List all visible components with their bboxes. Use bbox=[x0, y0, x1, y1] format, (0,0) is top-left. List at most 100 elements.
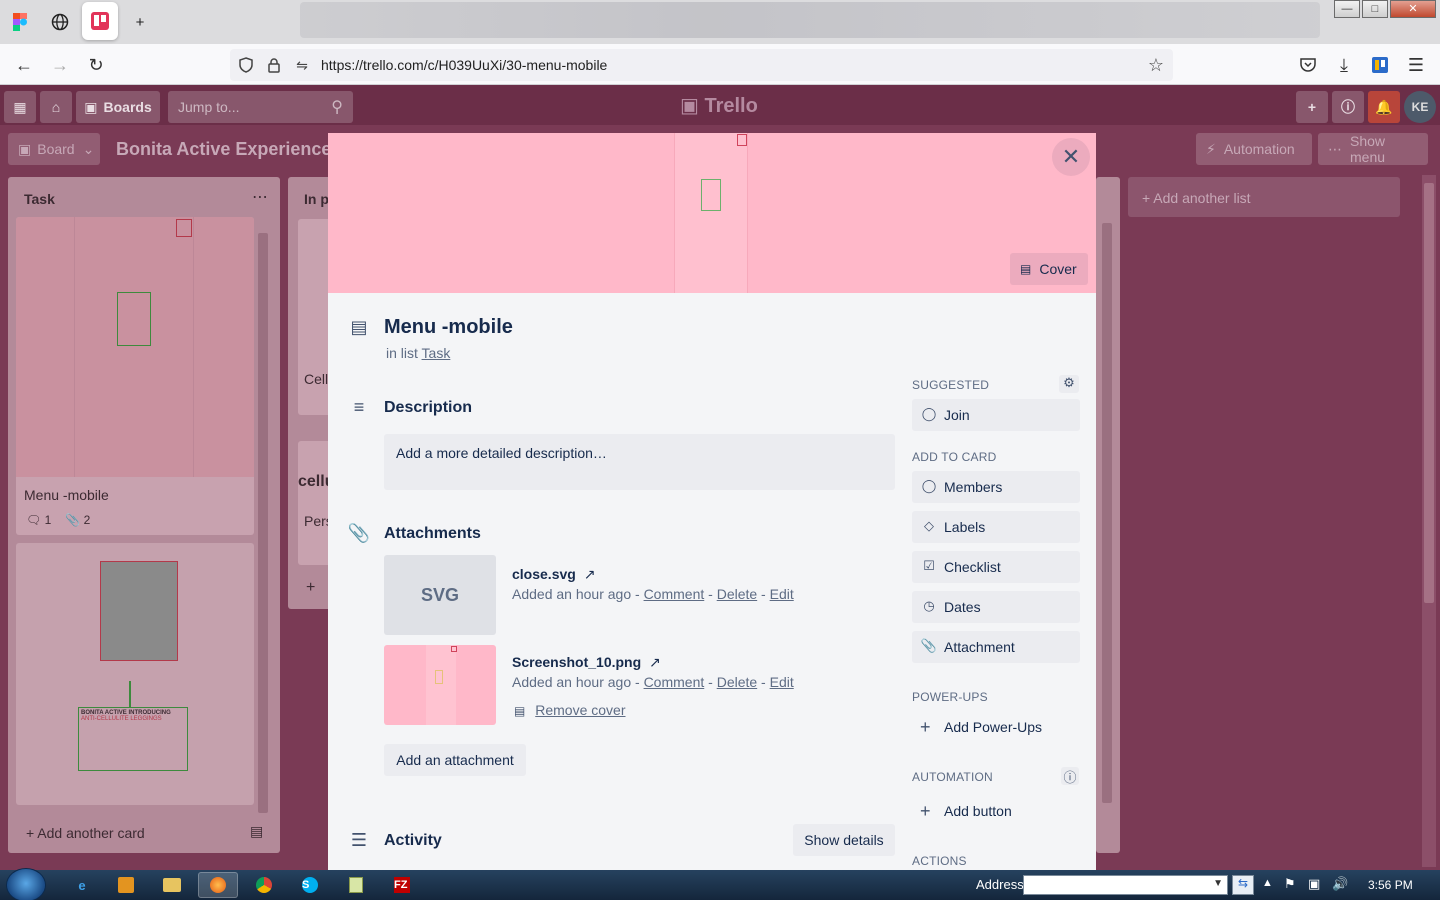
reload-icon[interactable]: ↻ bbox=[82, 51, 110, 79]
bookmark-star-icon[interactable]: ☆ bbox=[1146, 55, 1166, 75]
card-detail-modal: ✕ ▤ Cover ▤ Menu -mobile in list Task ≡ … bbox=[328, 133, 1096, 870]
comment-icon: 🗨 bbox=[26, 513, 42, 527]
figma-tab-icon[interactable] bbox=[6, 8, 34, 36]
card-template-icon[interactable]: ▤ bbox=[250, 823, 263, 840]
go-button-icon[interactable]: ⇆ bbox=[1232, 875, 1254, 895]
arrow-connector bbox=[129, 681, 131, 707]
card-bonita-leggings[interactable]: BONITA ACTIVE INTRODUCING ANTI-CELLULITE… bbox=[16, 543, 254, 805]
downloads-icon[interactable]: ⤓ bbox=[1330, 51, 1358, 79]
start-button[interactable] bbox=[6, 868, 46, 900]
suggested-label: SUGGESTED bbox=[912, 378, 990, 392]
remove-cover-link[interactable]: Remove cover bbox=[535, 702, 625, 718]
forward-arrow-icon[interactable]: → bbox=[46, 51, 74, 79]
info-icon[interactable]: ⓘ bbox=[1332, 91, 1364, 123]
globe-tab-icon[interactable] bbox=[46, 8, 74, 36]
add-card-button[interactable]: + Add another card bbox=[26, 825, 145, 841]
checklist-button[interactable]: ☑ Checklist bbox=[912, 551, 1080, 583]
attachment-count: 📎 2 bbox=[65, 513, 91, 527]
notification-bell-icon[interactable]: 🔔 bbox=[1368, 91, 1400, 123]
avatar[interactable]: KE bbox=[1404, 91, 1436, 123]
ie-icon[interactable]: e bbox=[62, 872, 102, 898]
hamburger-menu-icon[interactable]: ☰ bbox=[1402, 51, 1430, 79]
attachment-edit-link[interactable]: Edit bbox=[770, 674, 794, 690]
apps-grid-icon[interactable]: ▦ bbox=[4, 91, 36, 123]
jump-to-search[interactable]: Jump to... ⚲ bbox=[168, 91, 353, 123]
list-title[interactable]: In p bbox=[304, 191, 329, 207]
network-icon[interactable]: ▣ bbox=[1308, 876, 1320, 892]
boards-button[interactable]: ▣ Boards bbox=[76, 91, 160, 123]
attachment-thumbnail[interactable] bbox=[384, 645, 496, 725]
board-title[interactable]: Bonita Active Experience bbox=[116, 139, 331, 160]
add-card-button[interactable]: + bbox=[306, 579, 315, 597]
show-menu-button[interactable]: ⋯ Show menu bbox=[1318, 133, 1428, 165]
home-icon[interactable]: ⌂ bbox=[40, 91, 72, 123]
list-menu-icon[interactable]: ⋯ bbox=[252, 187, 268, 207]
add-automation-button[interactable]: + Add button bbox=[912, 795, 1080, 827]
notepad-icon[interactable] bbox=[336, 872, 376, 898]
add-another-list-button[interactable]: + Add another list bbox=[1128, 177, 1400, 217]
volume-icon[interactable]: 🔊 bbox=[1332, 876, 1348, 892]
list-scrollbar[interactable] bbox=[1102, 223, 1112, 803]
window-close-icon[interactable]: ✕ bbox=[1390, 0, 1436, 18]
file-explorer-icon[interactable] bbox=[152, 872, 192, 898]
add-power-ups-button[interactable]: + Add Power-Ups bbox=[912, 711, 1080, 743]
attachment-comment-link[interactable]: Comment bbox=[644, 674, 705, 690]
card-menu-mobile[interactable]: Menu -mobile 🗨 1 📎 2 bbox=[16, 217, 254, 535]
attachment-button[interactable]: 📎 Attachment bbox=[912, 631, 1080, 663]
firefox-icon[interactable] bbox=[198, 872, 238, 898]
extension-icon[interactable] bbox=[1366, 51, 1394, 79]
back-arrow-icon[interactable]: ← bbox=[10, 51, 38, 79]
trello-header: ▦ ⌂ ▣ Boards Jump to... ⚲ ▣ Trello + ⓘ 🔔… bbox=[0, 85, 1440, 125]
action-center-flag-icon[interactable]: ⚑ bbox=[1284, 876, 1296, 892]
pocket-icon[interactable] bbox=[1294, 51, 1322, 79]
automation-info-icon[interactable]: ⓘ bbox=[1061, 767, 1079, 785]
add-attachment-button[interactable]: Add an attachment bbox=[384, 744, 526, 776]
new-tab-icon[interactable]: + bbox=[126, 8, 154, 36]
trello-tab[interactable] bbox=[82, 2, 118, 40]
minimize-icon[interactable]: — bbox=[1334, 0, 1360, 18]
attachment-delete-link[interactable]: Delete bbox=[717, 674, 757, 690]
filezilla-icon[interactable]: FZ bbox=[382, 872, 422, 898]
dropdown-arrow-icon[interactable]: ▼ bbox=[1213, 878, 1223, 889]
url-text[interactable]: https://trello.com/c/H039UuXi/30-menu-mo… bbox=[321, 57, 607, 73]
dates-button[interactable]: ◷ Dates bbox=[912, 591, 1080, 623]
shield-icon[interactable] bbox=[236, 55, 256, 75]
attachment-comment-link[interactable]: Comment bbox=[644, 586, 705, 602]
clock[interactable]: 3:56 PM bbox=[1368, 878, 1413, 892]
board-view-switcher[interactable]: ▣ Board ⌄ bbox=[8, 133, 100, 165]
automation-button[interactable]: ⚡ Automation bbox=[1196, 133, 1312, 165]
skype-icon[interactable]: S bbox=[290, 872, 330, 898]
members-button[interactable]: ◯ Members bbox=[912, 471, 1080, 503]
create-plus-icon[interactable]: + bbox=[1296, 91, 1328, 123]
trello-logo[interactable]: ▣ Trello bbox=[680, 93, 758, 118]
close-icon[interactable]: ✕ bbox=[1052, 138, 1090, 176]
url-bar[interactable]: ⇋ https://trello.com/c/H039UuXi/30-menu-… bbox=[230, 49, 1173, 81]
list-scrollbar[interactable] bbox=[258, 233, 268, 813]
maximize-icon[interactable]: □ bbox=[1362, 0, 1388, 18]
list-title[interactable]: Task bbox=[24, 191, 55, 207]
description-input[interactable]: Add a more detailed description… bbox=[384, 434, 895, 490]
settings-gear-icon[interactable]: ⚙ bbox=[1059, 375, 1079, 393]
cover-image bbox=[674, 133, 748, 293]
attachment-edit-link[interactable]: Edit bbox=[770, 586, 794, 602]
labels-button[interactable]: ◇ Labels bbox=[912, 511, 1080, 543]
attachment-thumbnail[interactable]: SVG bbox=[384, 555, 496, 635]
media-player-icon[interactable] bbox=[106, 872, 146, 898]
attachment-name[interactable]: Screenshot_10.png ↗ bbox=[512, 654, 661, 671]
activity-list-icon: ☰ bbox=[350, 829, 368, 850]
cover-button[interactable]: ▤ Cover bbox=[1010, 253, 1088, 285]
show-details-button[interactable]: Show details bbox=[793, 824, 895, 856]
page-scrollbar[interactable] bbox=[1422, 175, 1436, 867]
permissions-icon[interactable]: ⇋ bbox=[292, 55, 312, 75]
tag-icon: ◇ bbox=[924, 518, 934, 533]
attachment-name[interactable]: close.svg ↗ bbox=[512, 566, 595, 583]
lock-icon[interactable] bbox=[264, 55, 284, 75]
address-input[interactable]: ▼ bbox=[1023, 875, 1228, 895]
attachment-delete-link[interactable]: Delete bbox=[717, 586, 757, 602]
list-link[interactable]: Task bbox=[422, 345, 451, 361]
join-button[interactable]: ◯ Join bbox=[912, 399, 1080, 431]
chrome-icon[interactable] bbox=[244, 872, 284, 898]
card-title[interactable]: Menu -mobile bbox=[384, 316, 513, 339]
tray-up-arrow-icon[interactable]: ▲ bbox=[1262, 877, 1273, 889]
trello-logo-text: Trello bbox=[704, 95, 758, 117]
